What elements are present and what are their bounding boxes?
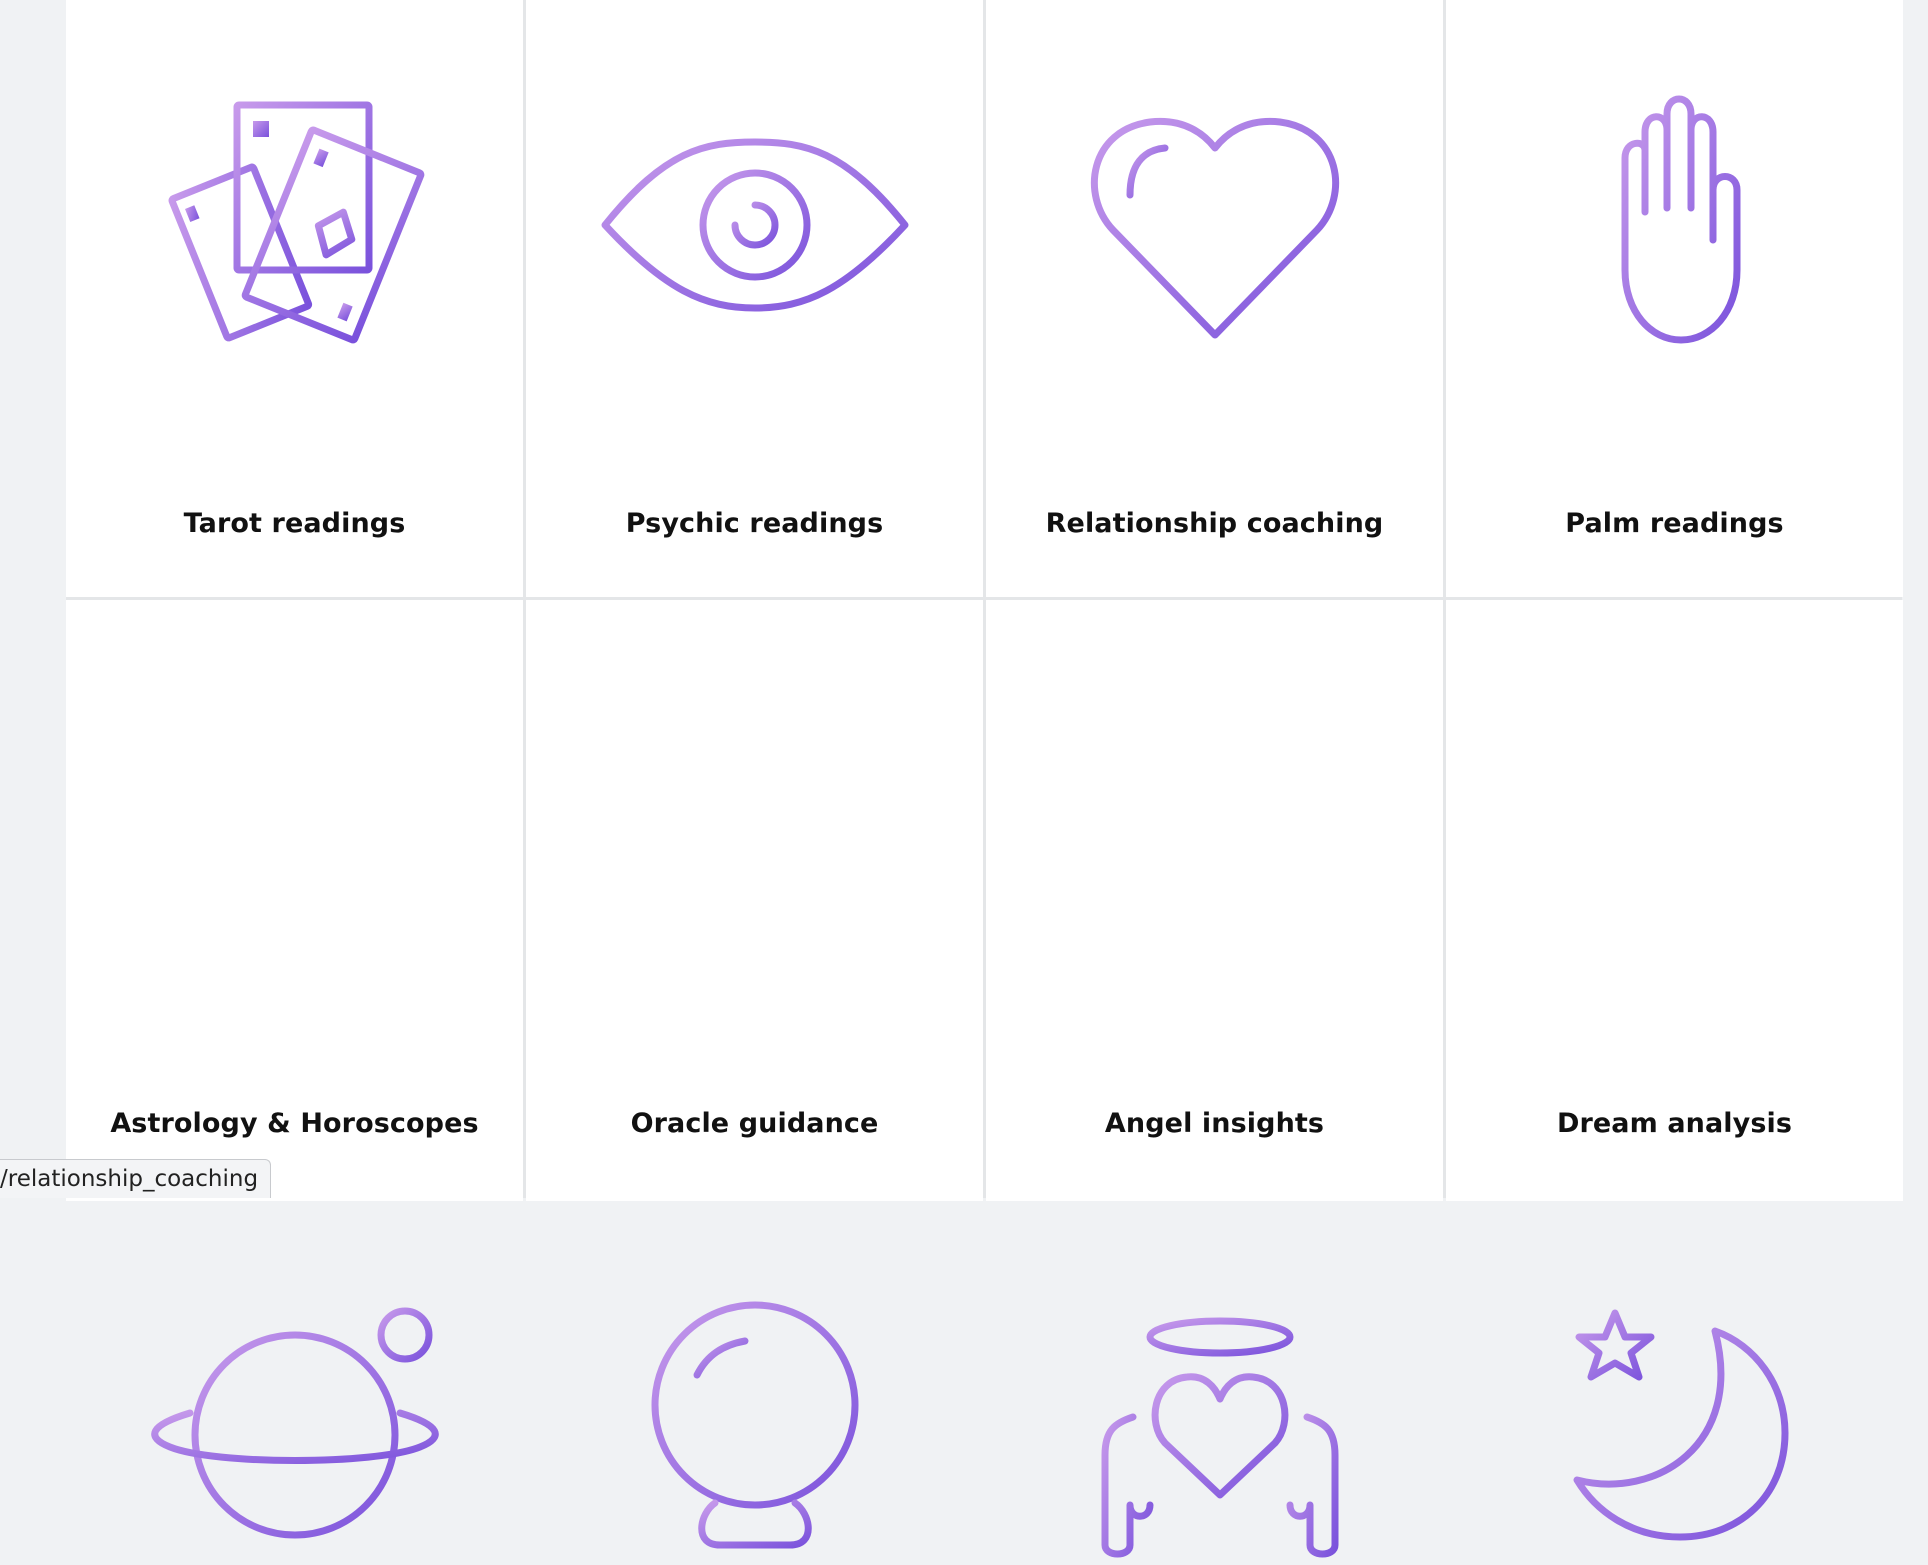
palm-hand-icon (1446, 90, 1903, 360)
services-grid: Tarot readings Psychic readings Relation… (66, 0, 1903, 1558)
service-card-dream[interactable]: Dream analysis (1446, 600, 1903, 1541)
service-card-astrology[interactable]: Astrology & Horoscopes (66, 600, 523, 1539)
service-card-angel[interactable]: Angel insights (986, 600, 1443, 1558)
service-label: Palm readings (1565, 508, 1784, 539)
service-label: Oracle guidance (630, 1108, 879, 1139)
eye-icon (526, 90, 983, 360)
moon-star-icon (1446, 1295, 1903, 1565)
service-card-oracle[interactable]: Oracle guidance (526, 600, 983, 1549)
service-label: Relationship coaching (1045, 508, 1384, 539)
angel-heart-icon (986, 1295, 1443, 1565)
service-label: Astrology & Horoscopes (110, 1108, 479, 1139)
service-label: Dream analysis (1556, 1108, 1793, 1139)
planet-icon (66, 1295, 523, 1565)
service-card-tarot[interactable]: Tarot readings (66, 0, 523, 597)
status-bar-url: /relationship_coaching (0, 1159, 272, 1198)
service-label: Psychic readings (625, 508, 884, 539)
crystal-ball-icon (526, 1295, 983, 1565)
service-card-palm[interactable]: Palm readings (1446, 0, 1903, 597)
service-card-relationship-coaching[interactable]: Relationship coaching (986, 0, 1443, 597)
service-card-psychic[interactable]: Psychic readings (526, 0, 983, 597)
service-label: Angel insights (1104, 1108, 1325, 1139)
service-label: Tarot readings (183, 508, 406, 539)
heart-icon (986, 90, 1443, 360)
tarot-cards-icon (66, 90, 523, 360)
